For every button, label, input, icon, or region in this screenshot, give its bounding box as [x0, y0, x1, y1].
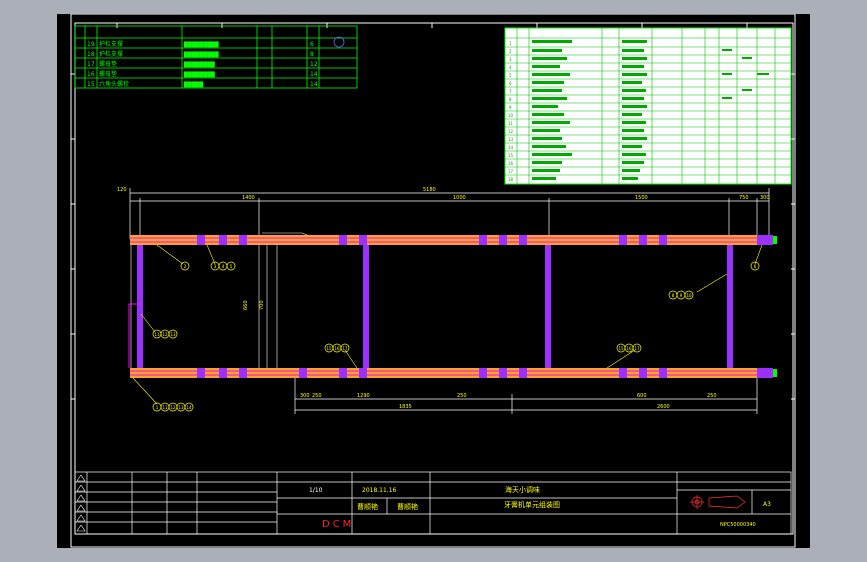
table-row-qty: 8 [310, 51, 314, 58]
table-row-no: 18 [87, 51, 95, 58]
dim-overall: 5180 [423, 187, 436, 193]
height-dims: 660 700 [243, 300, 265, 310]
projection-symbol-icon [690, 495, 746, 509]
date-value: 2018.11.16 [362, 487, 397, 494]
balloon-label: 6 [754, 264, 757, 269]
dimension-labels: 5180 120 1400 1000 1500 750 300 [117, 187, 770, 201]
cad-viewport[interactable]: 19 护栏支撑 █████████ 6 18 护栏支撑 █████████ 8 … [57, 14, 810, 548]
balloon-label: 17 [342, 346, 348, 351]
balloon-label: 3 [214, 264, 217, 269]
drawing-number: NPC50000340 [720, 522, 756, 528]
balloon-circles [152, 261, 760, 412]
dim-segment: 1500 [635, 195, 648, 201]
bottom-rail-end-cap [757, 368, 777, 378]
balloon-label: 10 [686, 293, 692, 298]
revision-triangles [76, 474, 86, 532]
dim-end-left: 120 [117, 187, 127, 193]
table-row-qty: 14 [310, 71, 318, 78]
balloon-label: 5 [230, 264, 233, 269]
balloon-label: 17 [634, 346, 640, 351]
table-row-no: 15 [87, 81, 95, 88]
drawing-title: 牙膏机单元组装图 [504, 500, 560, 509]
table-row-qty: 12 [310, 61, 318, 68]
designer-name: 曹顺艳 [357, 502, 378, 511]
balloon-label: 11 [154, 332, 160, 337]
parts-table-left-text: 19 护栏支撑 █████████ 6 18 护栏支撑 █████████ 8 … [87, 40, 318, 88]
table-row-code: █████████ [183, 41, 219, 48]
sheet-size: A3 [763, 501, 771, 508]
balloon-label: 16 [626, 346, 632, 351]
svg-text:17: 17 [508, 169, 514, 174]
table-row-no: 19 [87, 41, 95, 48]
svg-text:16: 16 [508, 161, 514, 166]
svg-text:10: 10 [508, 113, 514, 118]
bottom-dims: 300 250 1290 250 600 250 1835 2600 [300, 393, 717, 410]
table-row-code: █████████ [183, 51, 219, 58]
table-row-code: ████████ [183, 61, 215, 68]
svg-text:15: 15 [508, 153, 514, 158]
table-row-name: 护栏支撑 [99, 50, 123, 58]
table-row-no: 17 [87, 61, 95, 68]
balloon-label: 15 [326, 346, 332, 351]
dim-bottom-seg: 250 [312, 393, 322, 399]
svg-text:12: 12 [508, 129, 514, 134]
svg-text:13: 13 [508, 137, 514, 142]
dim-height: 660 [243, 300, 249, 310]
table-row-name: 螺母垫 [99, 70, 117, 78]
dim-end-right: 300 [760, 195, 770, 201]
balloon-label: 8 [672, 293, 675, 298]
balloon-label: 13 [170, 332, 176, 337]
table-row-code: ████████ [183, 71, 215, 78]
dim-bottom-seg: 300 [300, 393, 310, 399]
table-row-qty: 14 [310, 81, 318, 88]
scale-value: 1/10 [309, 487, 323, 494]
leader-lines [132, 244, 763, 405]
balloon-label: 12 [162, 332, 168, 337]
dim-bottom-right: 2600 [657, 404, 670, 410]
drawing-sheet: 19 护栏支撑 █████████ 6 18 护栏支撑 █████████ 8 … [70, 14, 796, 548]
selection-marker-icon [333, 36, 345, 48]
balloon-label: 4 [222, 264, 225, 269]
company-name: 海天小调味 [505, 485, 540, 494]
balloon-label: 15 [618, 346, 624, 351]
dim-bottom-seg: 250 [457, 393, 467, 399]
table-row-name: 护栏支撑 [99, 40, 123, 48]
dim-bottom-seg: 1290 [357, 393, 370, 399]
svg-text:14: 14 [508, 145, 514, 150]
balloon-label: 16 [334, 346, 340, 351]
checker-name: 曹顺艳 [397, 502, 418, 511]
dim-segment: 1000 [453, 195, 466, 201]
table-row-code: █████ [183, 81, 203, 88]
balloon-label: 9 [680, 293, 683, 298]
svg-text:11: 11 [508, 121, 514, 126]
dim-bottom-seg: 600 [637, 393, 647, 399]
table-row-name: 螺母垫 [99, 60, 117, 68]
balloon-label: 14 [186, 405, 192, 410]
table-row-qty: 6 [310, 41, 314, 48]
balloon-labels: 2 3 4 5 6 8 9 10 11 12 13 1 11 12 13 14 … [154, 264, 756, 410]
balloon-label: 1 [156, 405, 159, 410]
table-row-name: 六角头螺栓 [99, 80, 129, 88]
balloon-label: 2 [184, 264, 187, 269]
brand-logo: DCM [322, 519, 354, 530]
balloon-label: 11 [162, 405, 168, 410]
dim-bottom-seg: 250 [707, 393, 717, 399]
title-block-text: 1/10 2018.11.16 海天小调味 曹顺艳 曹顺艳 牙膏机单元组装图 D… [309, 485, 771, 530]
dimension-lines [129, 188, 770, 239]
dim-segment: 1400 [242, 195, 255, 201]
dim-bottom-left: 1835 [399, 404, 412, 410]
top-rail-end-cap [757, 235, 777, 245]
title-block-frame [74, 471, 792, 535]
svg-text:18: 18 [508, 177, 514, 182]
dim-height: 700 [259, 300, 265, 310]
dim-segment: 750 [739, 195, 749, 201]
table-row-no: 16 [87, 71, 95, 78]
balloon-label: 13 [178, 405, 184, 410]
balloon-label: 12 [170, 405, 176, 410]
